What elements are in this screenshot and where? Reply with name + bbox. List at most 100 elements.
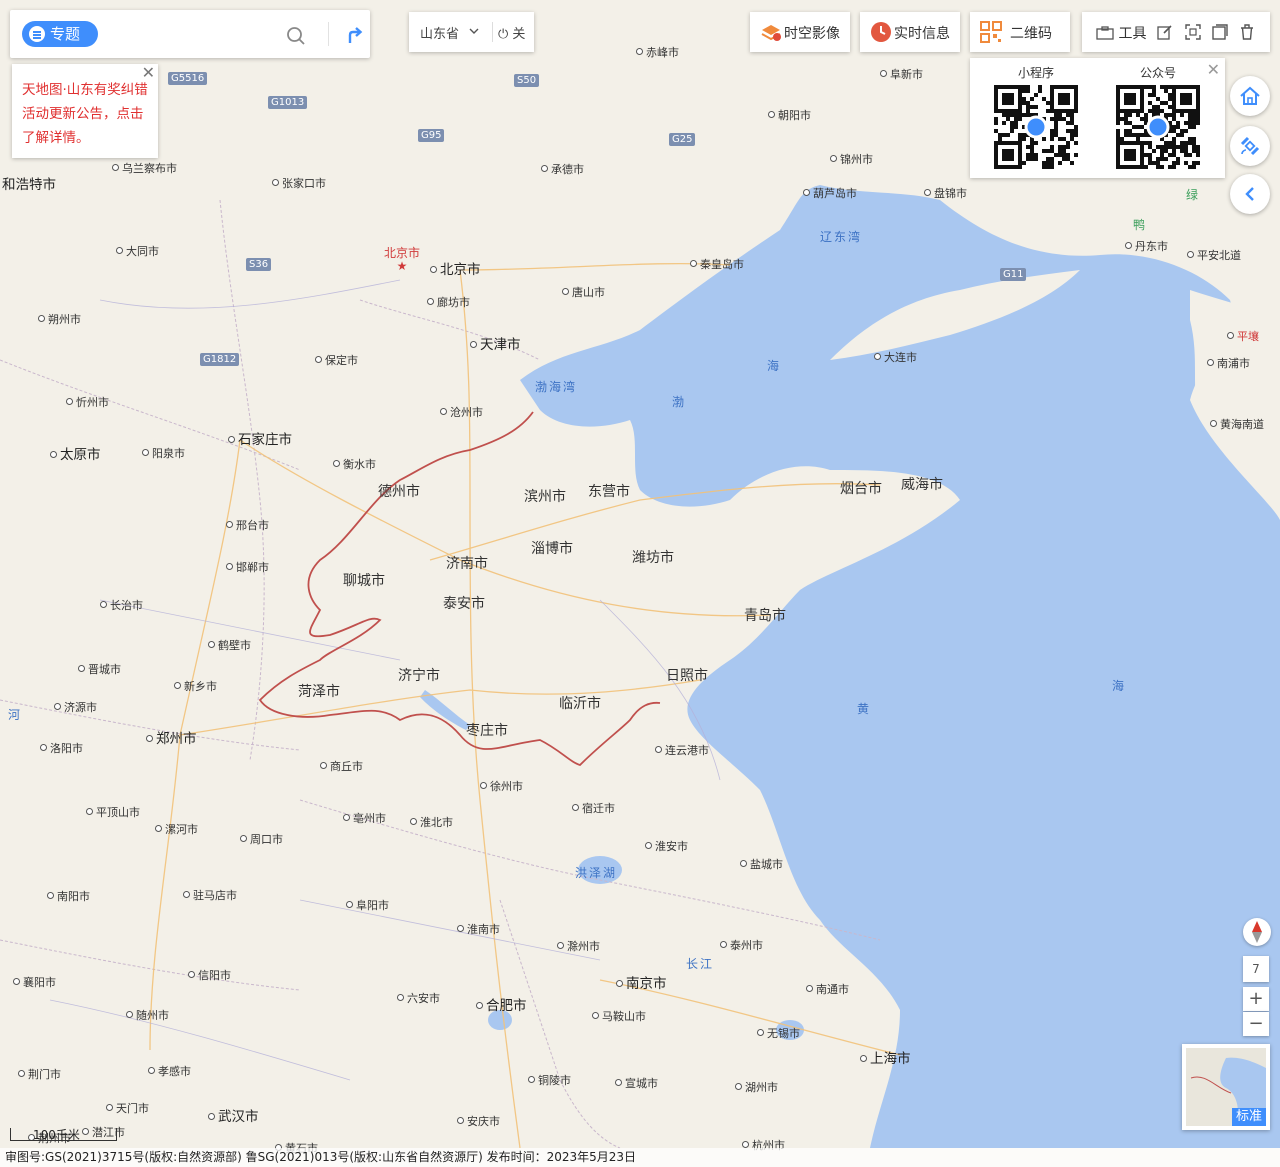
city-label[interactable]: 平顶山市 [86, 804, 140, 820]
city-label[interactable]: 日照市 [666, 665, 708, 685]
search-icon[interactable] [286, 26, 306, 46]
city-label[interactable]: 南浦市 [1207, 355, 1250, 371]
edit-icon[interactable] [1157, 24, 1173, 40]
city-label[interactable]: 天津市 [470, 333, 521, 353]
city-label[interactable]: 信阳市 [188, 967, 231, 983]
window-icon[interactable] [1212, 24, 1228, 40]
city-label[interactable]: 德州市 [378, 481, 420, 501]
route-icon[interactable] [344, 25, 364, 45]
city-label[interactable]: 阜阳市 [346, 897, 389, 913]
city-label[interactable]: 邢台市 [226, 517, 269, 533]
city-label[interactable]: 铜陵市 [528, 1072, 571, 1088]
city-label[interactable]: 洛阳市 [40, 740, 83, 756]
map-style-label[interactable]: 标准 [1231, 1108, 1266, 1126]
city-label[interactable]: 丹东市 [1125, 238, 1168, 254]
city-label[interactable]: 淮安市 [645, 838, 688, 854]
city-label[interactable]: 郑州市 [146, 727, 197, 747]
city-label[interactable]: 南通市 [806, 981, 849, 997]
city-label[interactable]: 聊城市 [343, 570, 385, 590]
city-label[interactable]: 阜新市 [880, 66, 923, 82]
city-label[interactable]: 秦皇岛市 [690, 256, 744, 272]
city-label[interactable]: 淮北市 [410, 814, 453, 830]
city-label[interactable]: 济宁市 [398, 665, 440, 685]
city-label[interactable]: 滨州市 [524, 486, 566, 506]
city-label[interactable]: 北京市 [430, 258, 481, 278]
city-label[interactable]: 孝感市 [148, 1063, 191, 1079]
city-label[interactable]: 滁州市 [557, 938, 600, 954]
city-label[interactable]: 漯河市 [155, 821, 198, 837]
trash-icon[interactable] [1239, 24, 1255, 40]
zoom-out-button[interactable]: − [1243, 1012, 1269, 1036]
city-label[interactable]: 湖州市 [735, 1079, 778, 1095]
city-label[interactable]: 荆门市 [18, 1066, 61, 1082]
city-label[interactable]: 阳泉市 [142, 445, 185, 461]
city-label[interactable]: 上海市 [860, 1047, 911, 1067]
city-label[interactable]: 徐州市 [480, 778, 523, 794]
zoom-in-button[interactable]: + [1243, 987, 1269, 1011]
city-label[interactable]: 平安北道 [1187, 247, 1241, 263]
capital-label[interactable]: 北京市 ★ [384, 244, 420, 273]
city-label[interactable]: 枣庄市 [466, 720, 508, 740]
city-label[interactable]: 平壤 [1227, 328, 1259, 344]
city-label[interactable]: 威海市 [901, 474, 943, 494]
city-label[interactable]: 赤峰市 [636, 44, 679, 60]
fullscreen-icon[interactable] [1185, 24, 1201, 40]
city-label[interactable]: 宣城市 [615, 1075, 658, 1091]
city-label[interactable]: 沧州市 [440, 404, 483, 420]
satellite-button[interactable] [1230, 126, 1270, 166]
city-label[interactable]: 石家庄市 [228, 428, 292, 448]
city-label[interactable]: 忻州市 [66, 394, 109, 410]
compass[interactable] [1243, 918, 1271, 946]
city-label[interactable]: 葫芦岛市 [803, 185, 857, 201]
minimap[interactable]: 标准 [1182, 1044, 1270, 1130]
city-label[interactable]: 盐城市 [740, 856, 783, 872]
city-label[interactable]: 襄阳市 [13, 974, 56, 990]
city-label[interactable]: 青岛市 [744, 605, 786, 625]
city-label[interactable]: 淮南市 [457, 921, 500, 937]
city-label[interactable]: 鹤壁市 [208, 637, 251, 653]
city-label[interactable]: 临沂市 [559, 693, 601, 713]
city-label[interactable]: 亳州市 [343, 810, 386, 826]
city-label[interactable]: 承德市 [541, 161, 584, 177]
city-label[interactable]: 周口市 [240, 831, 283, 847]
imagery-button[interactable]: 时空影像 [750, 12, 850, 52]
city-label[interactable]: 和浩特市 [2, 173, 56, 193]
tools-button[interactable]: 工具 [1096, 23, 1146, 43]
realtime-button[interactable]: 实时信息 [860, 12, 960, 52]
home-button[interactable] [1230, 76, 1270, 116]
city-label[interactable]: 黄海南道 [1210, 416, 1264, 432]
collapse-button[interactable] [1230, 174, 1270, 214]
city-label[interactable]: 南京市 [616, 972, 667, 992]
city-label[interactable]: 宿迁市 [572, 800, 615, 816]
city-label[interactable]: 大同市 [116, 243, 159, 259]
notice-text[interactable]: 天地图·山东有奖纠错活动更新公告，点击了解详情。 [22, 78, 152, 150]
close-icon[interactable]: ✕ [1207, 60, 1220, 79]
notice-popup[interactable]: ✕ 天地图·山东有奖纠错活动更新公告，点击了解详情。 [12, 63, 158, 158]
city-label[interactable]: 天门市 [106, 1100, 149, 1116]
city-label[interactable]: 锦州市 [830, 151, 873, 167]
chevron-down-icon[interactable] [469, 26, 479, 36]
city-label[interactable]: 乌兰察布市 [112, 160, 177, 176]
city-label[interactable]: 安庆市 [457, 1113, 500, 1129]
city-label[interactable]: 唐山市 [562, 284, 605, 300]
city-label[interactable]: 潍坊市 [632, 547, 674, 567]
city-label[interactable]: 东营市 [588, 481, 630, 501]
city-label[interactable]: 晋城市 [78, 661, 121, 677]
city-label[interactable]: 烟台市 [840, 478, 882, 498]
city-label[interactable]: 连云港市 [655, 742, 709, 758]
city-label[interactable]: 朝阳市 [768, 107, 811, 123]
city-label[interactable]: 长治市 [100, 597, 143, 613]
city-label[interactable]: 无锡市 [757, 1025, 800, 1041]
search-input[interactable] [110, 22, 284, 48]
city-label[interactable]: 随州市 [126, 1007, 169, 1023]
city-label[interactable]: 合肥市 [476, 994, 527, 1014]
city-label[interactable]: 淄博市 [531, 538, 573, 558]
city-label[interactable]: 泰州市 [720, 937, 763, 953]
city-label[interactable]: 太原市 [50, 443, 101, 463]
power-off-button[interactable]: ⏻ 关 [498, 23, 525, 42]
city-label[interactable]: 商丘市 [320, 758, 363, 774]
city-label[interactable]: 济源市 [54, 699, 97, 715]
city-label[interactable]: 武汉市 [208, 1105, 259, 1125]
qrcode-button[interactable]: 二维码 [970, 12, 1070, 52]
city-label[interactable]: 驻马店市 [183, 887, 237, 903]
